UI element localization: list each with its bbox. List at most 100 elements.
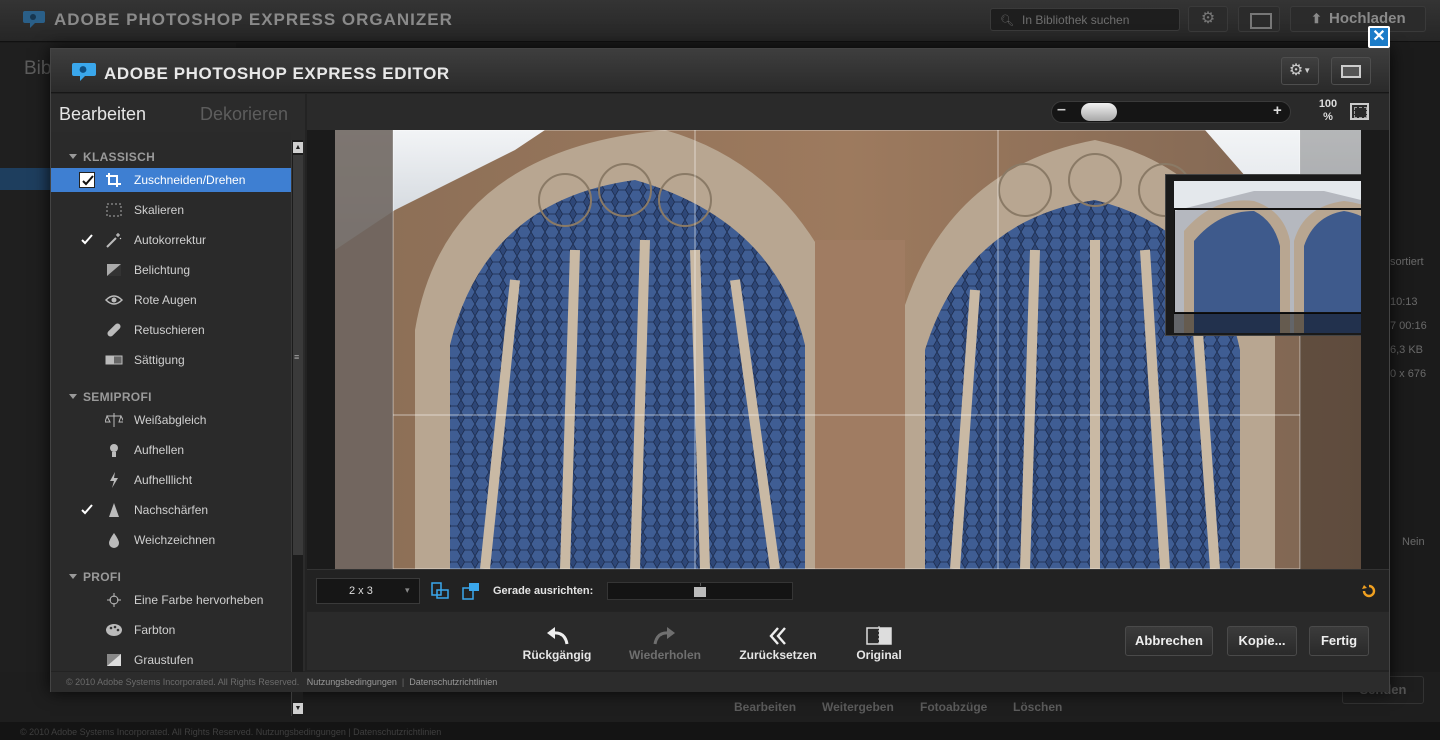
tool-sharpen[interactable]: Nachschärfen	[51, 498, 291, 522]
tool-grayscale[interactable]: Graustufen	[51, 648, 291, 671]
scroll-up-icon[interactable]: ▲	[293, 142, 303, 153]
bottom-edit[interactable]: Bearbeiten	[734, 700, 796, 714]
bottom-delete[interactable]: Löschen	[1013, 700, 1062, 714]
copyright-text: © 2010 Adobe Systems Incorporated. All R…	[66, 677, 300, 687]
tool-red-eye[interactable]: Rote Augen	[51, 288, 291, 312]
tool-label: Sättigung	[134, 353, 185, 367]
scroll-down-icon[interactable]: ▼	[293, 703, 303, 714]
redo-icon	[653, 627, 675, 645]
redo-label: Wiederholen	[629, 648, 701, 662]
tool-resize[interactable]: Skalieren	[51, 198, 291, 222]
navigator-thumbnail[interactable]	[1165, 174, 1361, 336]
tool-hue[interactable]: Farbton	[51, 618, 291, 642]
original-button[interactable]: Original	[849, 626, 909, 662]
tool-pop-color[interactable]: Eine Farbe hervorheben	[51, 588, 291, 612]
tool-label: Autokorrektur	[134, 233, 207, 247]
drop-icon	[109, 533, 119, 548]
editor-title: ADOBE PHOTOSHOP EXPRESS EDITOR	[104, 64, 450, 83]
detail-text: 10:13	[1390, 296, 1418, 308]
checkbox[interactable]	[79, 172, 95, 188]
chevron-down-icon: ▼	[1303, 66, 1312, 75]
exposure-icon	[107, 264, 121, 276]
tool-label: Nachschärfen	[134, 503, 209, 517]
tool-soften[interactable]: Weichzeichnen	[51, 528, 291, 552]
tool-exposure[interactable]: Belichtung	[51, 258, 291, 282]
tool-crop-rotate[interactable]: Zuschneiden/Drehen	[51, 168, 291, 192]
slider-center-tick	[700, 583, 701, 586]
tab-decorate[interactable]: Dekorieren	[200, 104, 288, 125]
undo-label: Rückgängig	[522, 648, 592, 662]
terms-link[interactable]: Nutzungsbedingungen	[307, 677, 397, 687]
crop-icon	[106, 173, 121, 187]
editor-settings-button[interactable]: ⚙▼	[1281, 57, 1319, 85]
zoom-in-button[interactable]: +	[1273, 102, 1282, 119]
tool-label: Graustufen	[134, 653, 194, 667]
footer-separator: |	[401, 677, 405, 687]
action-bar: Rückgängig Wiederholen Zurücksetzen Orig…	[307, 612, 1389, 670]
tool-fill-light[interactable]: Aufhelllicht	[51, 468, 291, 492]
organizer-footer: © 2010 Adobe Systems Incorporated. All R…	[0, 722, 1440, 740]
tool-label: Aufhelllicht	[134, 473, 193, 487]
palette-icon	[106, 624, 122, 636]
balance-icon	[105, 413, 123, 427]
checkbox[interactable]	[79, 232, 95, 248]
undo-button[interactable]: Rückgängig	[519, 626, 595, 662]
rotate-crop-icon[interactable]	[431, 582, 449, 600]
tools-scrollbar[interactable]: ▲ ≡ ▼	[291, 140, 303, 716]
tool-autocorrect[interactable]: Autokorrektur	[51, 228, 291, 252]
zoom-slider-knob[interactable]	[1081, 103, 1117, 121]
zoom-value: 100%	[1307, 98, 1349, 124]
fullscreen-icon	[1341, 65, 1361, 78]
tab-edit[interactable]: Bearbeiten	[59, 104, 146, 125]
compare-icon	[866, 626, 892, 646]
category-pro[interactable]: PROFI	[68, 570, 121, 584]
search-placeholder: In Bibliothek suchen	[1022, 13, 1130, 27]
scroll-grip-icon: ≡	[294, 352, 300, 362]
original-label: Original	[856, 648, 902, 662]
done-button[interactable]: Fertig	[1309, 626, 1369, 656]
library-search-input[interactable]: 🔍︎ In Bibliothek suchen	[990, 8, 1180, 31]
tool-label: Weichzeichnen	[134, 533, 216, 547]
lightning-icon	[110, 472, 118, 488]
aspect-ratio-select[interactable]: 2 x 3	[316, 578, 420, 604]
tool-label: Weißabgleich	[134, 413, 207, 427]
fit-to-screen-button[interactable]	[1350, 103, 1369, 120]
straighten-slider-knob[interactable]	[694, 587, 706, 597]
target-icon	[107, 593, 121, 607]
tool-saturation[interactable]: Sättigung	[51, 348, 291, 372]
reset-rotation-icon[interactable]	[1362, 584, 1376, 598]
navigator-preview	[1174, 181, 1361, 333]
tool-retouch[interactable]: Retuschieren	[51, 318, 291, 342]
detail-text: sortiert	[1390, 256, 1424, 268]
tool-label: Aufhellen	[134, 443, 185, 457]
zoom-out-button[interactable]: –	[1057, 101, 1066, 119]
detail-text: Nein	[1402, 536, 1425, 548]
bottom-prints[interactable]: Fotoabzüge	[920, 700, 987, 714]
cancel-button[interactable]: Abbrechen	[1125, 626, 1213, 656]
sidebar-selected-item[interactable]	[0, 168, 50, 190]
tool-white-balance[interactable]: Weißabgleich	[51, 408, 291, 432]
privacy-link[interactable]: Datenschutzrichtlinien	[409, 677, 497, 687]
bandage-icon	[107, 323, 121, 337]
tool-brighten[interactable]: Aufhellen	[51, 438, 291, 462]
straighten-slider[interactable]	[607, 582, 793, 600]
redo-button[interactable]: Wiederholen	[625, 626, 705, 662]
bottom-share[interactable]: Weitergeben	[822, 700, 894, 714]
editor-fullscreen-button[interactable]	[1331, 57, 1371, 85]
checkbox[interactable]	[79, 502, 95, 518]
reset-button[interactable]: Zurücksetzen	[737, 626, 819, 662]
upload-button[interactable]: Hochladen	[1290, 6, 1426, 32]
copy-button[interactable]: Kopie...	[1227, 626, 1297, 656]
swap-orientation-icon[interactable]	[462, 582, 480, 600]
close-icon: ✕	[1372, 28, 1386, 45]
photoshop-express-logo	[23, 11, 45, 28]
close-editor-button[interactable]: ✕	[1368, 26, 1390, 48]
photo-canvas[interactable]	[335, 130, 1361, 569]
category-semipro[interactable]: SEMIPROFI	[69, 390, 152, 404]
category-classic[interactable]: KLASSISCH	[68, 150, 155, 164]
organizer-fullscreen-button[interactable]	[1238, 6, 1280, 32]
gear-icon: ⚙	[1288, 62, 1304, 80]
editor-header: ADOBE PHOTOSHOP EXPRESS EDITOR ⚙▼	[51, 49, 1389, 93]
organizer-settings-button[interactable]: ⚙	[1188, 6, 1228, 32]
tool-label: Rote Augen	[134, 293, 197, 307]
